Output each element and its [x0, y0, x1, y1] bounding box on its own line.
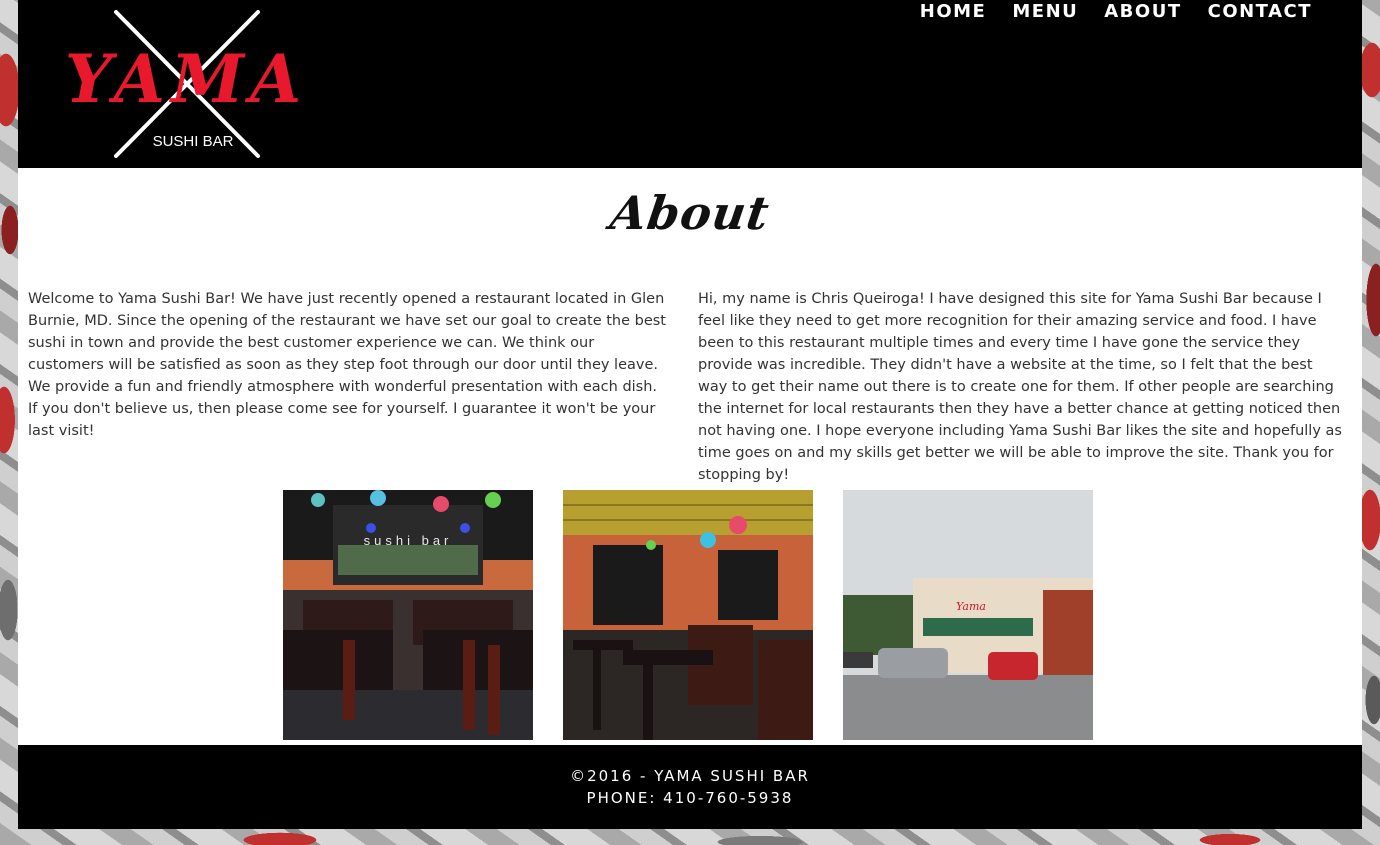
nav-menu[interactable]: MENU: [1012, 0, 1078, 24]
nav-home[interactable]: HOME: [920, 0, 987, 24]
page: YAMA SUSHI BAR HOME MENU ABOUT CONTACT A…: [18, 0, 1362, 829]
yama-logo[interactable]: YAMA SUSHI BAR: [48, 8, 323, 160]
site-footer: ©2016 - YAMA SUSHI BAR PHONE: 410-760-59…: [18, 745, 1362, 829]
storefront-image: Yama: [843, 490, 1093, 740]
svg-text:Yama: Yama: [956, 600, 986, 613]
bar-interior-image: sushi bar: [283, 490, 533, 740]
footer-phone: PHONE: 410-760-5938: [586, 789, 794, 807]
photo-bar-interior: sushi bar: [283, 490, 533, 740]
about-designer-text: Hi, my name is Chris Queiroga! I have de…: [698, 291, 1342, 483]
about-welcome-text: Welcome to Yama Sushi Bar! We have just …: [28, 291, 666, 439]
page-title: About: [607, 186, 773, 240]
site-header: YAMA SUSHI BAR HOME MENU ABOUT CONTACT: [18, 0, 1362, 168]
svg-text:sushi bar: sushi bar: [364, 533, 453, 548]
dining-room-image: [563, 490, 813, 740]
nav-about[interactable]: ABOUT: [1104, 0, 1181, 24]
nav-contact[interactable]: CONTACT: [1208, 0, 1312, 24]
photo-storefront: Yama: [843, 490, 1093, 740]
main-nav: HOME MENU ABOUT CONTACT: [920, 0, 1312, 24]
footer-copyright: ©2016 - YAMA SUSHI BAR: [570, 767, 810, 785]
logo-subtitle: SUSHI BAR: [153, 133, 234, 150]
logo-wordmark: YAMA: [65, 40, 307, 118]
logo-graphic: YAMA SUSHI BAR: [65, 10, 307, 158]
photo-gallery: sushi bar Yama: [283, 490, 1093, 740]
photo-dining-room: [563, 490, 813, 740]
